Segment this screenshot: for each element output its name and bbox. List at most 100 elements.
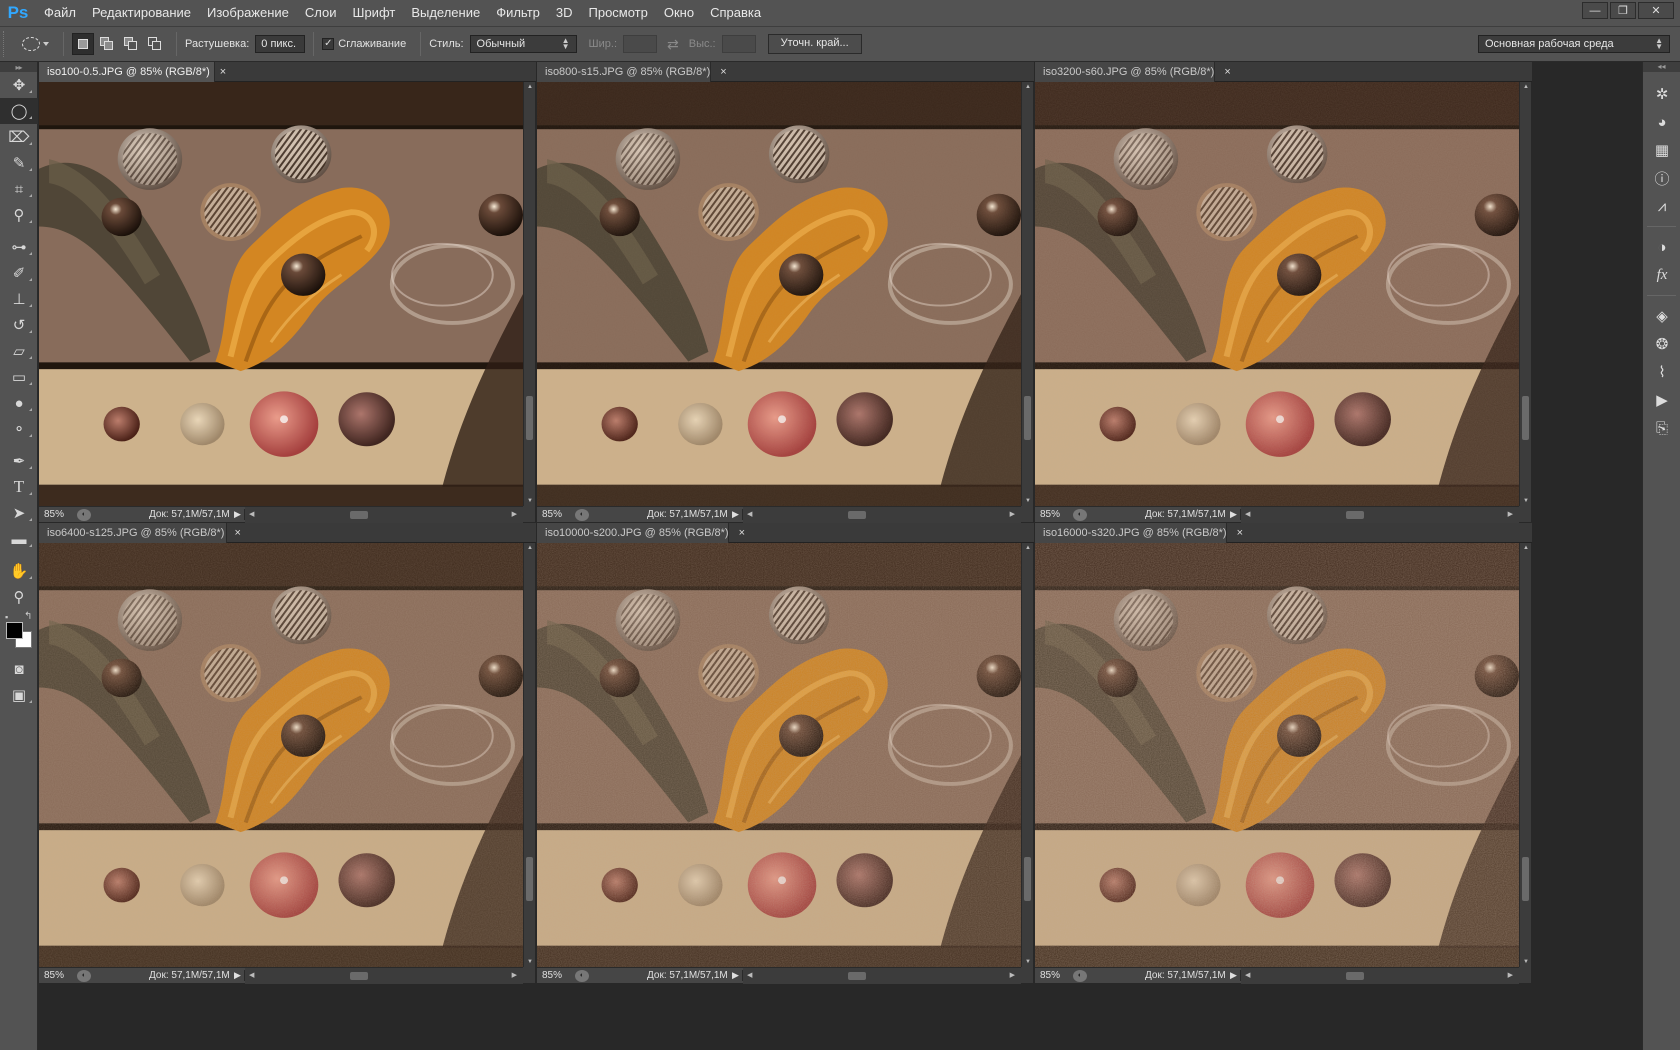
add-to-selection-button[interactable] — [96, 33, 118, 55]
channels-icon[interactable]: ❂ — [1643, 330, 1680, 358]
document-tab[interactable]: iso6400-s125.JPG @ 85% (RGB/8*) × — [39, 523, 241, 543]
vertical-scroll-thumb[interactable] — [1522, 857, 1529, 901]
horizontal-scrollbar[interactable]: ◀ ▶ — [245, 967, 523, 984]
tools-panel-header[interactable]: ▸▸ — [0, 62, 37, 72]
zoom-tool-icon[interactable]: ⚲ — [0, 584, 38, 610]
scroll-right-icon[interactable]: ▶ — [1508, 968, 1513, 984]
scroll-up-icon[interactable]: ▲ — [1022, 82, 1034, 92]
photo-canvas[interactable] — [39, 82, 523, 506]
brush-tool-icon[interactable]: ✐ — [0, 260, 38, 286]
width-input[interactable] — [623, 35, 658, 53]
navigator-icon[interactable]: ✲ — [1643, 80, 1680, 108]
tool-preset-picker[interactable] — [15, 31, 55, 57]
zoom-level[interactable]: 85% — [39, 509, 77, 520]
new-selection-button[interactable] — [72, 33, 94, 55]
vertical-scrollbar[interactable]: ▲ ▼ — [523, 82, 535, 506]
menu-help[interactable]: Справка — [702, 0, 769, 26]
status-menu-arrow-icon[interactable]: ▶ — [729, 970, 743, 981]
resize-corner[interactable] — [1519, 506, 1531, 522]
zoom-level[interactable]: 85% — [1035, 509, 1073, 520]
layers-icon[interactable]: ◈ — [1643, 302, 1680, 330]
restore-button[interactable]: ❐ — [1610, 2, 1636, 19]
scroll-down-icon[interactable]: ▼ — [1520, 496, 1532, 506]
vertical-scrollbar[interactable]: ▲ ▼ — [1519, 82, 1531, 506]
vertical-scroll-thumb[interactable] — [526, 857, 533, 901]
scroll-left-icon[interactable]: ◀ — [747, 507, 752, 523]
zoom-level[interactable]: 85% — [537, 970, 575, 981]
vertical-scroll-thumb[interactable] — [1522, 396, 1529, 440]
menu-view[interactable]: Просмотр — [581, 0, 656, 26]
scroll-left-icon[interactable]: ◀ — [1245, 968, 1250, 984]
height-input[interactable] — [721, 35, 756, 53]
styles-icon[interactable]: fx — [1643, 261, 1680, 289]
document-tab[interactable]: iso3200-s60.JPG @ 85% (RGB/8*) × — [1035, 62, 1231, 82]
status-menu-arrow-icon[interactable]: ▶ — [231, 970, 245, 981]
histogram-icon[interactable]: ⩘ — [1643, 192, 1680, 220]
vertical-scrollbar[interactable]: ▲ ▼ — [523, 543, 535, 967]
horizontal-scrollbar[interactable]: ◀ ▶ — [743, 506, 1021, 523]
scroll-right-icon[interactable]: ▶ — [512, 507, 517, 523]
resize-corner[interactable] — [523, 967, 535, 983]
options-bar-grip[interactable] — [3, 31, 15, 57]
scroll-down-icon[interactable]: ▼ — [524, 957, 536, 967]
status-info-icon[interactable]: ◐ — [77, 508, 91, 521]
horizontal-scrollbar[interactable]: ◀ ▶ — [1241, 506, 1519, 523]
vertical-scrollbar[interactable]: ▲ ▼ — [1021, 82, 1033, 506]
antialias-checkbox[interactable]: ✓ — [322, 38, 335, 50]
photo-canvas[interactable] — [537, 543, 1021, 967]
photo-canvas[interactable] — [1035, 543, 1519, 967]
document-canvas[interactable] — [1035, 82, 1519, 506]
intersect-selection-button[interactable] — [144, 33, 166, 55]
color-icon[interactable]: ◕ — [1643, 108, 1680, 136]
scroll-right-icon[interactable]: ▶ — [1010, 507, 1015, 523]
type-tool-icon[interactable]: T — [0, 474, 38, 500]
rectangle-tool-icon[interactable]: ▬ — [0, 526, 38, 552]
close-tab-icon[interactable]: × — [739, 527, 745, 539]
close-tab-icon[interactable]: × — [1224, 66, 1230, 78]
workspace-switcher[interactable]: Основная рабочая среда ▲ ▼ — [1478, 35, 1670, 53]
scroll-right-icon[interactable]: ▶ — [1010, 968, 1015, 984]
document-tab[interactable]: iso100-0.5.JPG @ 85% (RGB/8*) × — [39, 62, 226, 82]
status-info-icon[interactable]: ◐ — [1073, 969, 1087, 982]
default-colors-icon[interactable]: ▪ — [5, 612, 8, 622]
scroll-up-icon[interactable]: ▲ — [524, 82, 536, 92]
document-canvas[interactable] — [537, 543, 1021, 967]
paths-icon[interactable]: ⌇ — [1643, 358, 1680, 386]
feather-input[interactable] — [255, 35, 306, 53]
adjustments-icon[interactable]: ◑ — [1643, 233, 1680, 261]
resize-corner[interactable] — [1021, 967, 1033, 983]
dodge-tool-icon[interactable]: ⚬ — [0, 416, 38, 442]
eyedropper-tool-icon[interactable]: ⚲ — [0, 202, 38, 228]
minimize-button[interactable]: — — [1582, 2, 1608, 19]
vertical-scroll-thumb[interactable] — [1024, 857, 1031, 901]
path-selection-tool-icon[interactable]: ➤ — [0, 500, 38, 526]
photo-canvas[interactable] — [1035, 82, 1519, 506]
gradient-tool-icon[interactable]: ▭ — [0, 364, 38, 390]
status-info-icon[interactable]: ◐ — [1073, 508, 1087, 521]
hand-tool-icon[interactable]: ✋ — [0, 558, 38, 584]
document-canvas[interactable] — [39, 82, 523, 506]
zoom-level[interactable]: 85% — [1035, 970, 1073, 981]
close-tab-icon[interactable]: × — [220, 66, 226, 78]
close-tab-icon[interactable]: × — [720, 66, 726, 78]
actions-icon[interactable]: ▶ — [1643, 386, 1680, 414]
menu-select[interactable]: Выделение — [403, 0, 488, 26]
close-tab-icon[interactable]: × — [1237, 527, 1243, 539]
panels-dock-header[interactable]: ◂◂ — [1643, 62, 1680, 72]
screen-mode-icon[interactable]: ▣ — [0, 682, 38, 708]
menu-window[interactable]: Окно — [656, 0, 702, 26]
scroll-right-icon[interactable]: ▶ — [512, 968, 517, 984]
spot-healing-brush-tool-icon[interactable]: ⊶ — [0, 234, 38, 260]
horizontal-scrollbar[interactable]: ◀ ▶ — [743, 967, 1021, 984]
status-info-icon[interactable]: ◐ — [77, 969, 91, 982]
horizontal-scroll-thumb[interactable] — [848, 971, 866, 980]
swap-colors-icon[interactable]: ↰ — [24, 611, 32, 622]
scroll-up-icon[interactable]: ▲ — [524, 543, 536, 553]
horizontal-scrollbar[interactable]: ◀ ▶ — [1241, 967, 1519, 984]
close-button[interactable]: ✕ — [1638, 2, 1674, 19]
scroll-up-icon[interactable]: ▲ — [1022, 543, 1034, 553]
pen-tool-icon[interactable]: ✒ — [0, 448, 38, 474]
crop-tool-icon[interactable]: ⌗ — [0, 176, 38, 202]
info-icon[interactable]: ⓘ — [1643, 164, 1680, 192]
status-menu-arrow-icon[interactable]: ▶ — [231, 509, 245, 520]
